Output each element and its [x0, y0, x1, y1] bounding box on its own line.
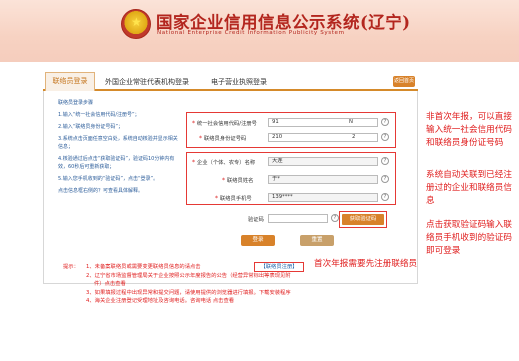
national-emblem-icon: ★ [121, 9, 151, 39]
credit-code-input[interactable]: 91 N [268, 118, 378, 127]
phone-input[interactable]: 139**** [268, 193, 378, 202]
contact-name-label: * 联络员姓名 [222, 177, 254, 184]
step-3: 3.系统点击页面任意空白处，系统自动核验并显示相关信息； [58, 136, 178, 150]
tab-bar: 联络员登录 外国企业常驻代表机构登录 电子营业执照登录 [43, 72, 418, 91]
id-number-input[interactable]: 210 2 [268, 133, 378, 142]
contact-name-input[interactable]: 于* [268, 175, 378, 184]
tip-line-3: 3、如果填报过程中出现异常和提交问题，请使用提供的浏览器进行填报。下载安装程序 [86, 289, 291, 296]
login-steps: 联络员登录步骤 1.输入“统一社会信用代码/注册号”； 2.输入“联络员身份证号… [58, 99, 178, 199]
verify-code-help-icon[interactable]: ? [331, 214, 339, 222]
step-5: 5.输入您手机收到的“验证码”，点击“登录”。 [58, 176, 159, 182]
id-number-label: * 联络员身份证号码 [199, 135, 247, 142]
credit-code-label: * 统一社会信用代码/注册号 [192, 120, 257, 127]
tab-contact-login[interactable]: 联络员登录 [45, 72, 95, 91]
phone-label: * 联络员手机号 [215, 195, 252, 202]
tip-line-2: 2、辽宁省市场监督管理局关于企业按照公示年度报告的公告（经营异常标出等表现见附 [86, 272, 291, 279]
id-number-help-icon[interactable]: ? [381, 133, 389, 141]
reset-button[interactable]: 重置 [300, 235, 334, 246]
step-2: 2.输入“联络员身份证号码”； [58, 124, 123, 130]
tip-line-4: 4、海关企业注册登记受理地址及咨询电话。咨询电话 点击查看 [86, 298, 235, 304]
tip-line-2b[interactable]: 件）点击查看 [86, 280, 406, 289]
note-verify-code: 点击获取验证码输入联络员手机收到的验证码即可登录 [426, 220, 512, 256]
home-button[interactable]: 返回首页 [393, 76, 415, 87]
note-direct-input: 非首次年报，可以直接输入统一社会信用代码和联络员身份证号码 [426, 112, 512, 148]
verify-code-label: 验证码 [248, 217, 264, 223]
step-1: 1.输入“统一社会信用代码/注册号”； [58, 112, 140, 118]
site-subtitle: National Enterprise Credit Information P… [157, 30, 345, 36]
verify-code-input[interactable] [268, 214, 328, 223]
login-button[interactable]: 登录 [241, 235, 275, 246]
company-name-label: * 企业（个体、农专）名称 [192, 159, 256, 166]
step-help: 点击信息框右侧的？可查看具体解释。 [58, 188, 144, 194]
get-code-button[interactable]: 获取验证码 [342, 214, 384, 225]
step-4: 4.核验通过后点击“获取验证码”，验证码10分钟内有效，60秒后可重新获取； [58, 156, 175, 170]
steps-title: 联络员登录步骤 [58, 100, 94, 106]
phone-help-icon[interactable]: ? [381, 193, 389, 201]
tips-prefix: 提示： [63, 264, 79, 270]
contact-name-help-icon[interactable]: ? [381, 175, 389, 183]
company-name-input[interactable]: 大连 [268, 157, 378, 166]
tab-e-license-login[interactable]: 电子营业执照登录 [211, 77, 267, 87]
tab-foreign-office-login[interactable]: 外国企业常驻代表机构登录 [105, 77, 189, 87]
credit-code-help-icon[interactable]: ? [381, 118, 389, 126]
tip-line-1: 1、未备案联络员或需要变更联络员信息的请点击 [86, 264, 201, 270]
note-auto-link: 系统自动关联到已经注册过的企业和联络员信息 [426, 170, 512, 206]
tips-section: 提示： 1、未备案联络员或需要变更联络员信息的请点击 2、辽宁省市场监督管理局关… [63, 263, 406, 306]
register-contact-link[interactable]: 【联络员注册】 [254, 262, 304, 272]
company-name-help-icon[interactable]: ? [381, 157, 389, 165]
